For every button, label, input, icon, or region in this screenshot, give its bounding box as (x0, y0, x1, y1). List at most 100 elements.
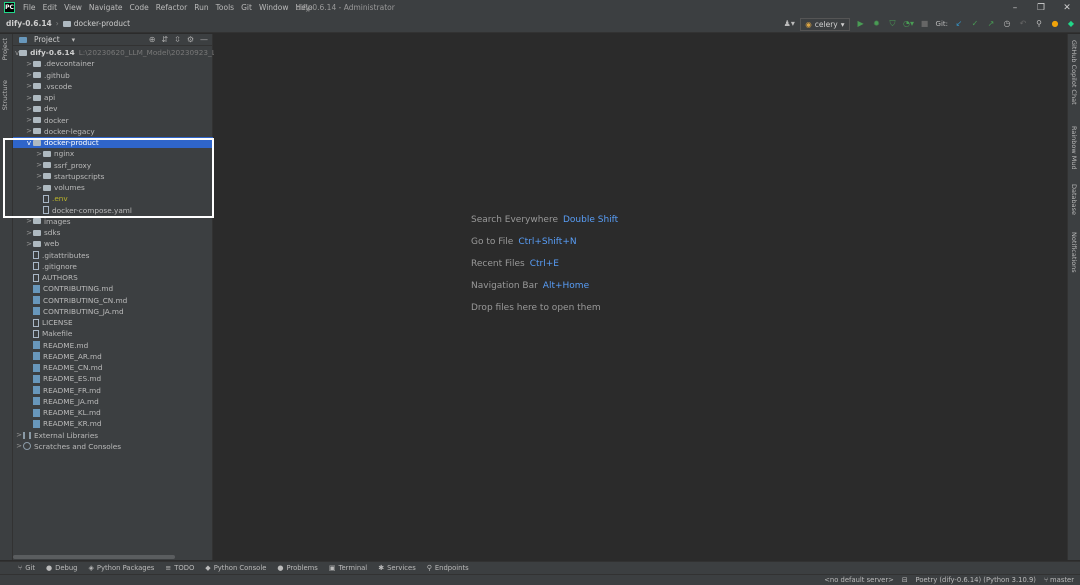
python-interpreter-status[interactable]: Poetry (dify-0.6.14) (Python 3.10.9) (916, 576, 1036, 584)
tool-window-debug[interactable]: ● Debug (46, 564, 77, 572)
deployment-server-status[interactable]: <no default server> (824, 576, 894, 584)
chevron-right-icon[interactable]: > (35, 150, 43, 158)
run-configuration-select[interactable]: ◉ celery ▾ (800, 17, 850, 31)
tree-file[interactable]: docker-compose.yaml (13, 205, 213, 216)
chevron-right-icon[interactable]: > (25, 82, 33, 90)
menu-run[interactable]: Run (194, 3, 208, 12)
tree-folder[interactable]: > sdks (13, 227, 213, 238)
collapse-all-icon[interactable]: ⇳ (174, 35, 181, 44)
chevron-right-icon[interactable]: > (25, 94, 33, 102)
tab-project[interactable]: Project (1, 38, 9, 60)
tree-folder[interactable]: > dev (13, 103, 213, 114)
tree-file[interactable]: README_JA.md (13, 396, 213, 407)
tree-folder[interactable]: > docker (13, 115, 213, 126)
tree-file[interactable]: CONTRIBUTING.md (13, 283, 213, 294)
chevron-down-icon[interactable]: v (25, 139, 33, 147)
chevron-right-icon[interactable]: > (25, 60, 33, 68)
tree-file[interactable]: .gitattributes (13, 250, 213, 261)
chevron-right-icon[interactable]: > (35, 161, 43, 169)
tool-window-problems[interactable]: ● Problems (277, 564, 317, 572)
search-icon[interactable]: ⚲ (1034, 19, 1044, 29)
chevron-right-icon[interactable]: > (25, 116, 33, 124)
tree-file[interactable]: README_FR.md (13, 385, 213, 396)
gear-icon[interactable]: ⚙ (187, 35, 194, 44)
tool-window-terminal[interactable]: ▣ Terminal (329, 564, 367, 572)
profile-icon[interactable]: ◔▾ (903, 19, 914, 29)
breadcrumb-project[interactable]: dify-0.6.14 (6, 19, 52, 28)
editor-area[interactable]: Search Everywhere Double Shift Go to File C… (214, 34, 1067, 560)
hide-icon[interactable]: — (200, 35, 208, 44)
tree-root[interactable]: v dify-0.6.14 L:\20230620_LLM_Model\2023… (13, 47, 239, 58)
menu-view[interactable]: View (64, 3, 82, 12)
git-push-icon[interactable]: ↗ (986, 19, 996, 29)
chevron-right-icon[interactable]: > (25, 105, 33, 113)
menu-navigate[interactable]: Navigate (89, 3, 123, 12)
chevron-right-icon[interactable]: > (25, 229, 33, 237)
tree-folder[interactable]: > ssrf_proxy (13, 160, 213, 171)
chevron-right-icon[interactable]: > (35, 172, 43, 180)
tree-folder[interactable]: v docker-product (13, 137, 213, 149)
expand-all-icon[interactable]: ⇵ (161, 35, 168, 44)
chevron-right-icon[interactable]: > (35, 184, 43, 192)
tab-rainbow-mud[interactable]: Rainbow Mud (1070, 126, 1078, 170)
tree-folder[interactable]: > api (13, 92, 213, 103)
tab-notifications[interactable]: Notifications (1070, 232, 1078, 273)
tree-folder[interactable]: > volumes (13, 182, 213, 193)
tree-file[interactable]: README_KR.md (13, 418, 213, 429)
tree-file[interactable]: .env (13, 193, 213, 204)
tree-folder[interactable]: > .github (13, 70, 213, 81)
menu-file[interactable]: File (23, 3, 36, 12)
menu-window[interactable]: Window (259, 3, 289, 12)
tree-file[interactable]: README_AR.md (13, 351, 213, 362)
chevron-right-icon[interactable]: > (25, 217, 33, 225)
plugin-icon[interactable]: ● (1050, 19, 1060, 29)
git-update-icon[interactable]: ↙ (954, 19, 964, 29)
tool-window-python-console[interactable]: ◆ Python Console (205, 564, 266, 572)
tool-window-services[interactable]: ✱ Services (378, 564, 416, 572)
tree-folder[interactable]: > images (13, 216, 213, 227)
tool-window-todo[interactable]: ≡ TODO (165, 564, 194, 572)
stop-icon[interactable]: ■ (920, 19, 930, 29)
close-button[interactable]: ✕ (1054, 0, 1080, 15)
tab-github-copilot-chat[interactable]: GitHub Copilot Chat (1070, 40, 1078, 105)
locate-icon[interactable]: ⊕ (149, 35, 156, 44)
debug-icon[interactable]: ✹ (872, 19, 882, 29)
menu-tools[interactable]: Tools (216, 3, 234, 12)
chevron-down-icon[interactable]: ▾ (72, 36, 76, 44)
tree-folder[interactable]: > nginx (13, 148, 213, 159)
project-view-select[interactable]: Project (34, 35, 60, 44)
chevron-right-icon[interactable]: > (15, 442, 23, 450)
tree-file[interactable]: > External Libraries (13, 430, 213, 441)
tree-file[interactable]: AUTHORS (13, 272, 213, 283)
tree-file[interactable]: README.md (13, 340, 213, 351)
chevron-right-icon[interactable]: > (25, 71, 33, 79)
horizontal-scrollbar[interactable] (13, 555, 175, 559)
menu-code[interactable]: Code (130, 3, 149, 12)
menu-git[interactable]: Git (241, 3, 252, 12)
tree-folder[interactable]: > web (13, 238, 213, 249)
tree-folder[interactable]: > .devcontainer (13, 58, 213, 69)
tab-database[interactable]: Database (1070, 184, 1078, 215)
history-icon[interactable]: ◷ (1002, 19, 1012, 29)
chevron-right-icon[interactable]: > (25, 240, 33, 248)
menu-refactor[interactable]: Refactor (156, 3, 187, 12)
git-commit-icon[interactable]: ✓ (970, 19, 980, 29)
menu-edit[interactable]: Edit (43, 3, 58, 12)
user-icon[interactable]: ♟▾ (784, 19, 795, 29)
restore-button[interactable]: ❐ (1028, 0, 1054, 15)
tree-file[interactable]: > Scratches and Consoles (13, 441, 213, 452)
tool-window-python-packages[interactable]: ◈ Python Packages (89, 564, 155, 572)
rollback-icon[interactable]: ↶ (1018, 19, 1028, 29)
tool-window-git[interactable]: ⑂ Git (18, 564, 35, 572)
run-icon[interactable]: ▶ (856, 19, 866, 29)
chevron-right-icon[interactable]: > (25, 127, 33, 135)
tree-folder[interactable]: > docker-legacy (13, 126, 213, 137)
tree-file[interactable]: .gitignore (13, 261, 213, 272)
tree-folder[interactable]: > .vscode (13, 81, 213, 92)
jetbrains-logo-icon[interactable]: ◆ (1066, 19, 1076, 29)
breadcrumb-folder[interactable]: docker-product (74, 19, 130, 28)
git-branch-status[interactable]: master (1050, 576, 1074, 584)
tree-file[interactable]: LICENSE (13, 317, 213, 328)
chevron-right-icon[interactable]: > (15, 431, 23, 439)
tree-file[interactable]: Makefile (13, 328, 213, 339)
